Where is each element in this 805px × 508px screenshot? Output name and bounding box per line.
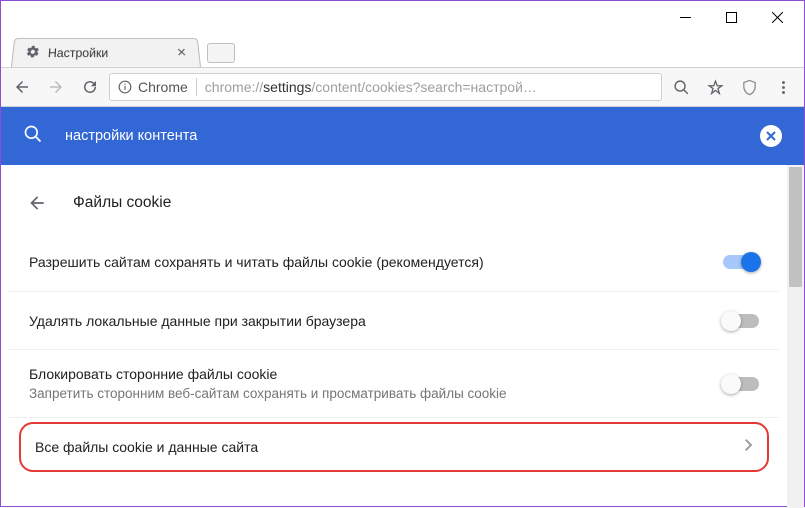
window-maximize-button[interactable] [708,2,754,32]
arrow-right-icon [47,78,65,96]
omnibox-divider [196,78,197,96]
search-query-text[interactable]: настройки контента [65,128,760,144]
search-icon [23,124,43,149]
setting-sublabel: Запретить сторонним веб-сайтам сохранять… [29,386,723,401]
shield-icon [741,79,758,96]
scrollbar-thumb[interactable] [789,167,802,287]
info-icon [118,80,132,94]
window-minimize-button[interactable] [662,2,708,32]
setting-label: Разрешить сайтам сохранять и читать файл… [29,254,723,270]
tab-strip: Настройки × [1,33,804,67]
toggle-allow-cookies[interactable] [723,255,759,269]
secure-label: Chrome [138,79,188,95]
extension-shield-button[interactable] [734,72,764,102]
window-close-button[interactable] [754,2,800,32]
bookmark-button[interactable] [700,72,730,102]
setting-label: Удалять локальные данные при закрытии бр… [29,313,723,329]
more-vert-icon [775,79,792,96]
page-header: Файлы cookie [9,165,779,233]
setting-allow-cookies: Разрешить сайтам сохранять и читать файл… [9,233,779,291]
clear-search-button[interactable] [760,125,782,147]
arrow-left-icon [13,78,31,96]
site-info-button[interactable] [118,80,132,94]
back-button[interactable] [21,187,53,219]
window-titlebar [1,1,804,33]
address-bar[interactable]: Chrome chrome://settings/content/cookies… [109,73,662,101]
tab-close-button[interactable]: × [176,44,187,61]
zoom-button[interactable] [666,72,696,102]
gear-icon [25,44,41,61]
all-cookies-link[interactable]: Все файлы cookie и данные сайта [19,422,769,472]
link-label: Все файлы cookie и данные сайта [35,439,745,455]
arrow-left-icon [27,193,47,213]
new-tab-button[interactable] [207,43,235,63]
tab-settings[interactable]: Настройки × [11,38,201,67]
nav-forward-button[interactable] [41,72,71,102]
toolbar: Chrome chrome://settings/content/cookies… [1,67,804,107]
setting-delete-on-close: Удалять локальные данные при закрытии бр… [9,291,779,349]
settings-search-bar: настройки контента [1,107,804,165]
toggle-block-third-party[interactable] [723,377,759,391]
menu-button[interactable] [768,72,798,102]
url-text: chrome://settings/content/cookies?search… [205,79,537,95]
page-title: Файлы cookie [73,194,171,212]
close-icon [772,12,783,23]
chevron-right-icon [745,438,753,456]
maximize-icon [726,12,737,23]
tab-title: Настройки [48,46,109,60]
setting-block-third-party: Блокировать сторонние файлы cookie Запре… [9,349,779,417]
toggle-delete-on-close[interactable] [723,314,759,328]
settings-content: Файлы cookie Разрешить сайтам сохранять … [1,165,787,508]
magnify-icon [673,79,690,96]
vertical-scrollbar[interactable] [787,165,804,508]
close-icon [766,131,776,141]
setting-label: Блокировать сторонние файлы cookie [29,366,723,382]
reload-icon [81,78,99,96]
minimize-icon [680,12,691,23]
star-icon [707,79,724,96]
nav-reload-button[interactable] [75,72,105,102]
nav-back-button[interactable] [7,72,37,102]
